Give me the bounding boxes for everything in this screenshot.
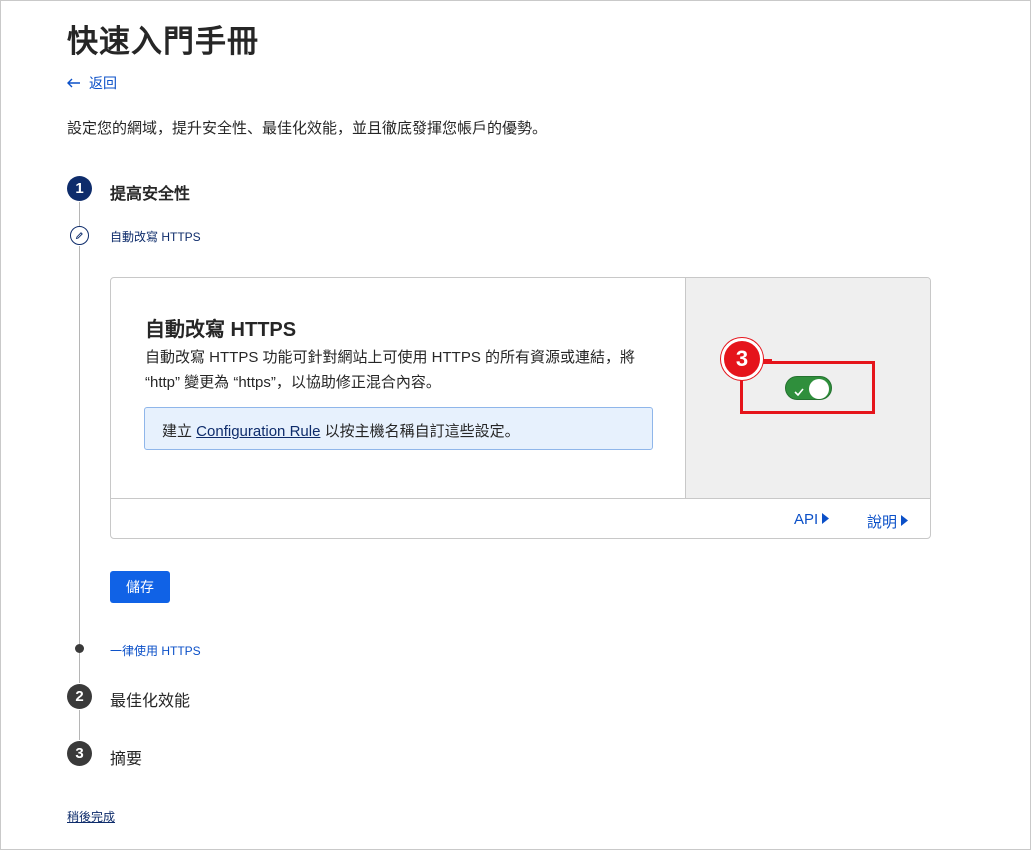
caret-right-icon <box>822 511 830 528</box>
step-3-label[interactable]: 摘要 <box>110 745 142 769</box>
info-box: 建立 Configuration Rule 以按主機名稱自訂這些設定。 <box>144 407 653 450</box>
callout-badge: 3 <box>721 338 763 380</box>
info-prefix: 建立 <box>162 423 197 440</box>
card-description: 自動改寫 HTTPS 功能可針對網站上可使用 HTTPS 的所有資源或連結，將 … <box>145 349 636 391</box>
page-title: 快速入門手冊 <box>67 24 259 59</box>
card-title: 自動改寫 HTTPS <box>145 319 297 341</box>
info-suffix: 以按主機名稱自訂這些設定。 <box>320 423 520 440</box>
help-label: 說明 <box>867 514 898 531</box>
substep-current-label: 自動改寫 HTTPS <box>110 230 201 244</box>
api-label: API <box>794 511 819 528</box>
timeline-line <box>79 246 80 644</box>
back-label: 返回 <box>89 75 117 91</box>
step-1-label[interactable]: 提高安全性 <box>110 180 190 204</box>
pencil-icon <box>70 226 89 245</box>
step-2-indicator: 2 <box>67 684 92 709</box>
timeline-line <box>79 710 80 740</box>
api-link[interactable]: API <box>794 511 830 528</box>
substep-dot <box>75 644 84 653</box>
step-2-label[interactable]: 最佳化效能 <box>110 687 190 711</box>
save-button[interactable]: 儲存 <box>110 571 170 603</box>
check-icon <box>794 383 804 401</box>
step-3-indicator: 3 <box>67 741 92 766</box>
timeline-line <box>79 202 80 226</box>
back-link[interactable]: 返回 <box>67 73 117 93</box>
auto-https-rewrite-toggle[interactable] <box>785 376 832 400</box>
step-1-indicator: 1 <box>67 176 92 201</box>
page-description: 設定您的網域，提升安全性、最佳化效能，並且徹底發揮您帳戶的優勢。 <box>67 120 548 137</box>
finish-later-link[interactable]: 稍後完成 <box>67 808 115 825</box>
substep-always-use-https[interactable]: 一律使用 HTTPS <box>110 642 201 659</box>
configuration-rule-link[interactable]: Configuration Rule <box>196 423 320 440</box>
card-divider <box>111 498 930 499</box>
toggle-knob <box>809 379 829 399</box>
help-link[interactable]: 說明 <box>867 511 909 532</box>
timeline-line <box>79 653 80 683</box>
caret-right-icon <box>901 513 909 530</box>
arrow-left-icon <box>67 78 81 88</box>
